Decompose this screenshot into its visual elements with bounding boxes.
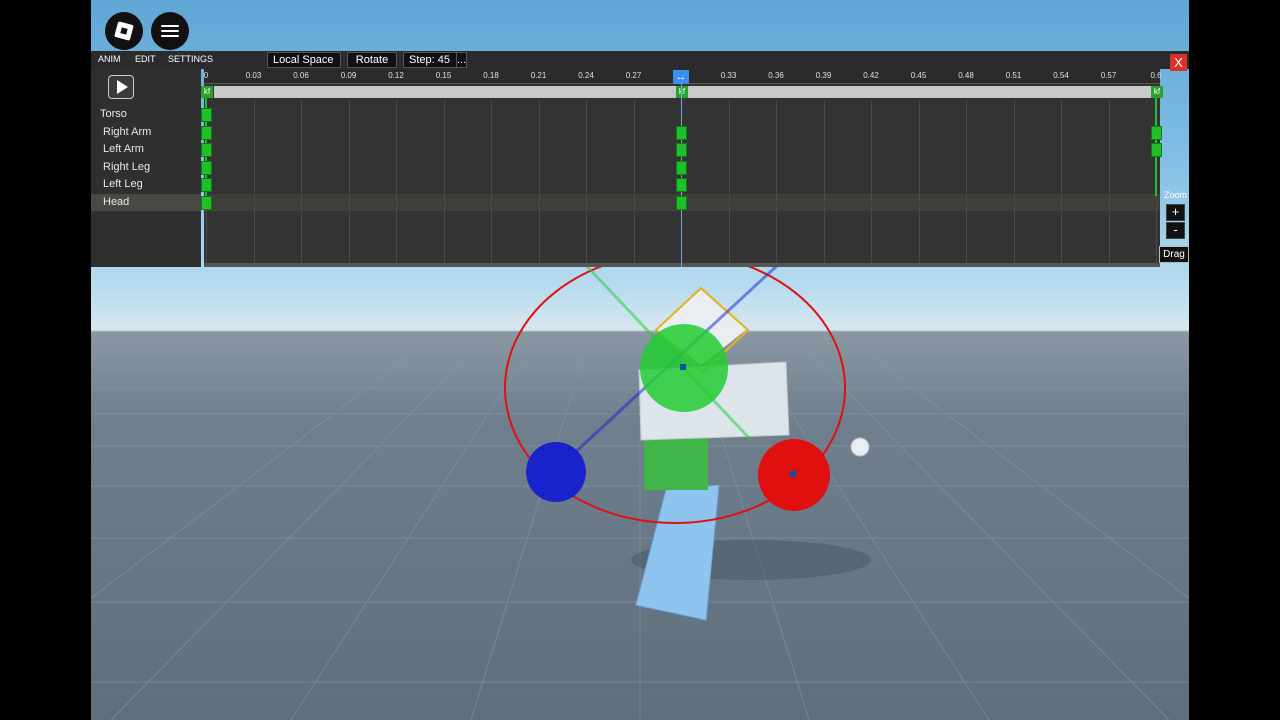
timeline-track[interactable]: 0 0.03 0.06 0.09 0.12 0.15 0.18 0.21 0.24 0.27 0.3… [201,69,1163,267]
timeline-gridline [443,100,445,263]
timeline-gridline [538,100,540,263]
timeline-tick-label: 0.48 [958,71,974,80]
timeline-gridline [491,100,492,263]
keyframe[interactable] [676,143,687,157]
drag-button[interactable]: Drag [1159,246,1189,263]
editor-menubar: ANIM EDIT SETTINGS Local Space Rotate St… [91,51,1189,71]
keyframe[interactable] [676,178,687,192]
timeline-tick-label: 0.12 [388,71,404,80]
timeline-tick-label: 0 [203,71,209,80]
timeline-gridline [633,100,635,263]
keyframe[interactable] [201,125,212,140]
timeline-gridline [301,100,302,263]
timeline-tick-label: 0.33 [720,71,737,80]
animation-editor: ANIM EDIT SETTINGS Local Space Rotate St… [91,51,1189,267]
menu-edit[interactable]: EDIT [135,54,156,64]
playhead-handle[interactable]: ↔ [673,70,689,84]
timeline-gridline [396,100,397,263]
menu-settings[interactable]: SETTINGS [168,54,213,64]
timeline-tick-label: 0.09 [340,71,357,80]
rotate-mode-button[interactable]: Rotate [347,52,397,68]
space-toggle-button[interactable]: Local Space [267,52,341,68]
timeline-gridline [586,100,587,263]
keyframe[interactable] [676,195,687,210]
limb-item-head[interactable]: Head [91,193,201,211]
keyframe-marker[interactable]: kf [201,86,213,98]
letterbox-right [1189,0,1280,720]
step-more-button[interactable]: ... [456,52,467,68]
timeline-tick-label: 0.36 [768,71,784,80]
timeline-tick-label: 0.15 [435,71,452,80]
keyframe[interactable] [676,160,687,175]
keyframe[interactable] [1151,143,1162,157]
timeline-tick-label: 0.18 [483,71,499,80]
keyframe[interactable] [1151,125,1162,140]
timeline-tick-label: 0.51 [1005,71,1022,80]
limb-item-left-arm[interactable]: Left Arm [91,141,201,158]
close-editor-button[interactable]: X [1170,54,1187,71]
timeline-tick-label: 0.39 [815,71,832,80]
keyframe[interactable] [201,160,212,175]
timeline-tick-label: 0.06 [293,71,309,80]
timeline-tick-label: 0.45 [910,71,927,80]
letterbox-left [0,0,91,720]
keyframe[interactable] [201,178,212,192]
timeline-gridline [1013,100,1015,263]
timeline-tick-label: 0.03 [245,71,262,80]
timeline-gridline [348,100,350,263]
roblox-logo-icon [114,21,134,41]
timeline-scrollbar[interactable] [204,263,1160,267]
keyframe[interactable] [201,108,212,122]
hamburger-menu-button[interactable] [151,12,189,50]
zoom-label: Zoom [1164,190,1188,200]
timeline-gridline [253,100,255,263]
mouse-cursor [850,437,870,457]
timeline-gridline [871,100,872,263]
timeline-gridline [1108,100,1110,263]
playhead-line [681,83,682,267]
timeline-gridline [823,100,825,263]
zoom-out-button[interactable]: - [1166,222,1185,239]
keyframe[interactable] [676,125,687,140]
timeline-tick-label: 0.6 [1150,71,1162,80]
limb-item-right-arm[interactable]: Right Arm [91,124,201,141]
limb-item-left-leg[interactable]: Left Leg [91,176,201,193]
timeline-gridline [918,100,920,263]
timeline-tick-label: 0.24 [578,71,594,80]
timeline-tick-label: 0.42 [863,71,879,80]
menu-anim[interactable]: ANIM [98,54,121,64]
gizmo-handle-z [526,442,586,502]
keyframe-marker[interactable]: kf [676,86,688,98]
timeline-tick-label: 0.54 [1053,71,1069,80]
timeline-gridline [776,100,777,263]
zoom-in-button[interactable]: + [1166,204,1185,221]
timeline-tick-label: 0.57 [1100,71,1117,80]
roblox-menu-button[interactable] [105,12,143,50]
limb-item-torso[interactable]: Torso [91,106,201,123]
timeline-gridline [728,100,730,263]
timeline-tick-label: 0.21 [530,71,547,80]
timeline-ruler[interactable]: 0 0.03 0.06 0.09 0.12 0.15 0.18 0.21 0.24 0.27 0.3… [203,69,1162,84]
limb-list-panel: Torso Right Arm Left Arm Right Leg Left Leg H… [91,69,201,267]
keyframe[interactable] [201,143,212,157]
keyframe-marker[interactable]: kf [1151,86,1163,98]
timeline-tick-label: 0.27 [625,71,642,80]
timeline-gridline [1061,100,1062,263]
play-button[interactable] [108,75,134,99]
timeline-gridline [966,100,967,263]
hamburger-icon [161,25,179,37]
limb-item-right-leg[interactable]: Right Leg [91,159,201,176]
keyframe[interactable] [201,195,212,210]
